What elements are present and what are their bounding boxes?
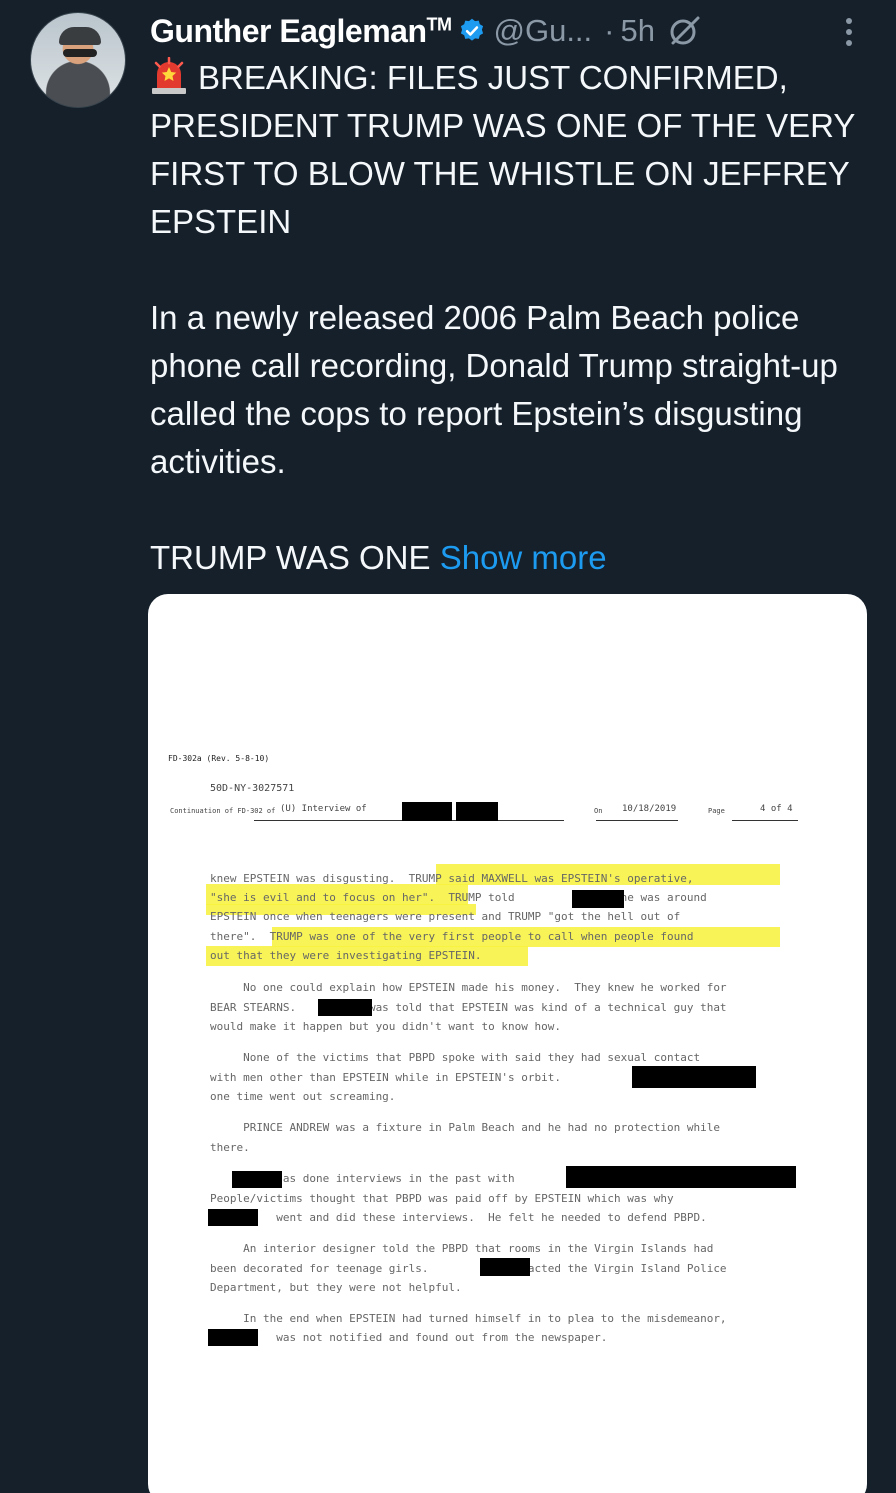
tweet-paragraph-3: TRUMP WAS ONE Show more <box>150 539 607 576</box>
doc-line: EPSTEIN once when teenagers were present… <box>210 910 681 923</box>
separator-dot: · <box>604 13 615 48</box>
show-more-link[interactable]: Show more <box>440 539 607 576</box>
redaction <box>402 802 452 821</box>
doc-line: BEAR STEARNS. was told that EPSTEIN was … <box>210 1001 727 1014</box>
doc-line: In the end when EPSTEIN had turned himse… <box>210 1312 727 1325</box>
more-options-icon[interactable] <box>838 14 860 50</box>
doc-line: No one could explain how EPSTEIN made hi… <box>210 981 727 994</box>
tweet-header: Gunther EaglemanTM @Gu... · 5h <box>150 6 896 56</box>
document-date: 10/18/2019 <box>622 804 677 814</box>
author-avatar[interactable] <box>30 12 126 108</box>
author-handle[interactable]: @Gu... <box>494 13 593 49</box>
tweet-media-image[interactable]: FD-302a (Rev. 5-8-10) 50D-NY-3027571 Con… <box>148 594 867 1493</box>
doc-line: An interior designer told the PBPD that … <box>210 1242 714 1255</box>
page-underline <box>732 820 798 821</box>
interview-label: (U) Interview of <box>280 804 367 814</box>
avatar-cap <box>59 27 101 45</box>
fbi-document: FD-302a (Rev. 5-8-10) 50D-NY-3027571 Con… <box>148 594 867 1493</box>
avatar-glasses <box>63 49 97 57</box>
siren-emoji-icon <box>152 57 186 94</box>
doc-line: been decorated for teenage girls. contac… <box>210 1262 727 1275</box>
tweet-paragraph-2: In a newly released 2006 Palm Beach poli… <box>150 299 838 480</box>
grok-icon[interactable] <box>667 13 703 49</box>
doc-line: went and did these interviews. He felt h… <box>210 1211 707 1224</box>
doc-line: "she is evil and to focus on her". TRUMP… <box>210 891 707 904</box>
redaction <box>480 1258 530 1276</box>
tweet-text: BREAKING: FILES JUST CONFIRMED, PRESIDEN… <box>150 54 880 582</box>
doc-line: was not notified and found out from the … <box>210 1331 608 1344</box>
redaction <box>632 1066 756 1088</box>
doc-line: People/victims thought that PBPD was pai… <box>210 1192 674 1205</box>
date-underline <box>596 820 678 821</box>
doc-line: would make it happen but you didn't want… <box>210 1020 561 1033</box>
redaction <box>572 890 624 908</box>
redaction <box>566 1166 796 1188</box>
tweet-time[interactable]: 5h <box>621 13 655 49</box>
doc-line: Department, but they were not helpful. <box>210 1281 462 1294</box>
doc-line: knew EPSTEIN was disgusting. TRUMP said … <box>210 872 694 885</box>
doc-line: None of the victims that PBPD spoke with… <box>210 1051 701 1064</box>
page-value: 4 of 4 <box>760 804 793 814</box>
trademark-mark: TM <box>426 13 453 34</box>
redaction <box>318 999 372 1016</box>
continuation-label: Continuation of FD-302 of <box>170 807 276 815</box>
doc-line: there". TRUMP was one of the very first … <box>210 930 694 943</box>
redaction <box>456 802 498 821</box>
doc-line: one time went out screaming. <box>210 1090 396 1103</box>
doc-line: PRINCE ANDREW was a fixture in Palm Beac… <box>210 1121 720 1134</box>
verified-badge-icon <box>460 18 483 41</box>
doc-line: out that they were investigating EPSTEIN… <box>210 949 482 962</box>
form-id: FD-302a (Rev. 5-8-10) <box>168 754 270 763</box>
author-name[interactable]: Gunther EaglemanTM <box>150 13 452 50</box>
doc-line: there. <box>210 1141 250 1154</box>
redaction <box>208 1209 258 1226</box>
redaction <box>208 1329 258 1346</box>
tweet-paragraph-1: BREAKING: FILES JUST CONFIRMED, PRESIDEN… <box>150 57 855 240</box>
redaction <box>232 1171 282 1188</box>
file-number: 50D-NY-3027571 <box>210 783 295 794</box>
page-label: Page <box>708 807 725 815</box>
on-label: On <box>594 807 603 815</box>
